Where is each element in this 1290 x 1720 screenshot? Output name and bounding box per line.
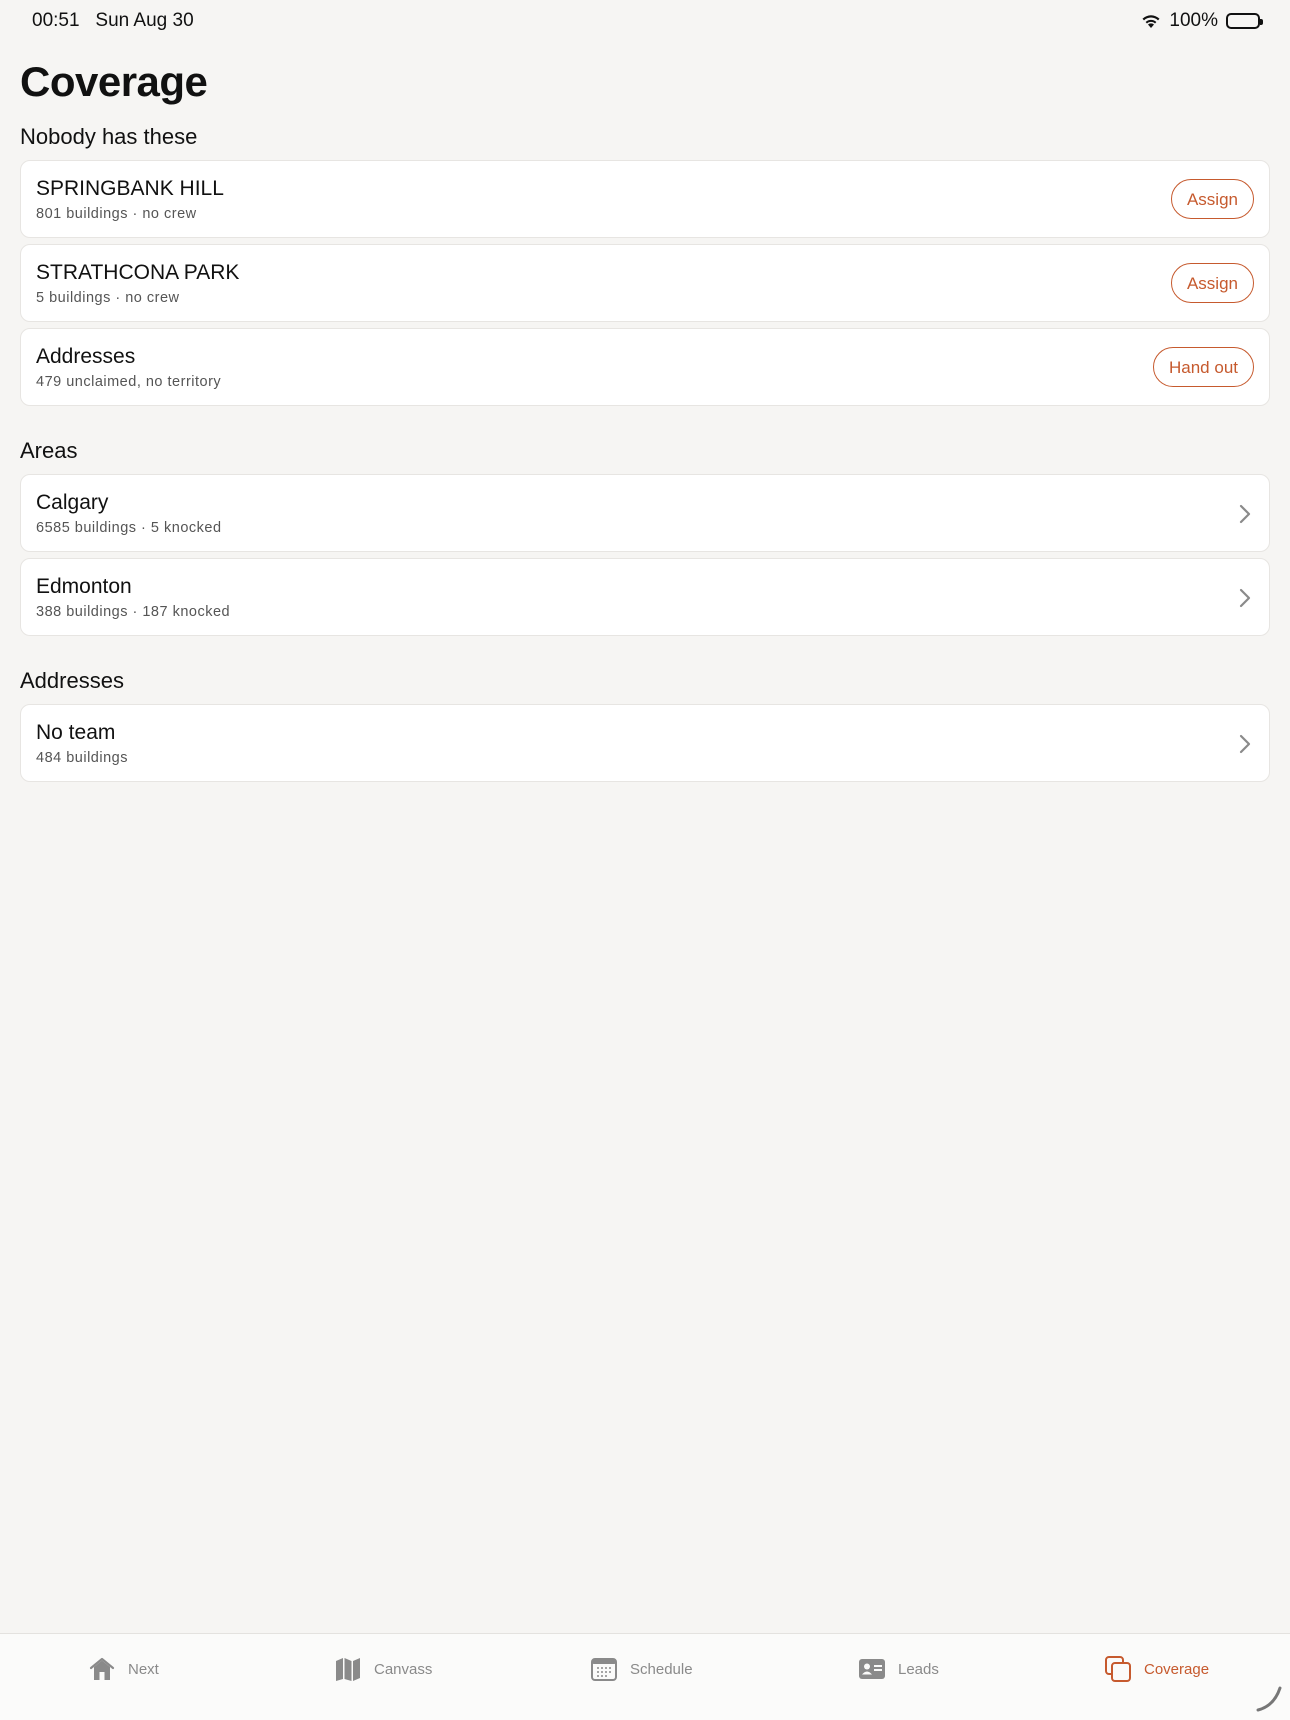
tab-leads[interactable]: Leads: [858, 1654, 939, 1684]
tab-label: Canvass: [374, 1660, 433, 1678]
section-title-unassigned: Nobody has these: [20, 124, 198, 149]
stacked-squares-icon: [1105, 1656, 1131, 1682]
battery-percent: 100%: [1169, 10, 1218, 31]
page-title: Coverage: [20, 58, 208, 105]
resize-handle-icon: [1256, 1686, 1282, 1712]
row-subtitle: 479 unclaimed, no territory: [36, 374, 222, 390]
chevron-right-icon: [1239, 734, 1251, 754]
tab-label: Coverage: [1144, 1660, 1210, 1678]
tab-schedule[interactable]: Schedule: [590, 1654, 693, 1684]
house-icon: [89, 1657, 115, 1680]
assign-button[interactable]: Assign: [1170, 263, 1254, 303]
chevron-right-icon: [1239, 504, 1251, 524]
tab-label: Schedule: [630, 1660, 693, 1678]
tab-bar: Next Canvass Schedule Leads Coverage: [0, 1633, 1290, 1720]
wifi-icon: [1142, 14, 1160, 28]
status-date: Sun Aug 30: [95, 10, 194, 31]
row-subtitle: 5 buildings · no crew: [36, 290, 180, 306]
area-row-calgary[interactable]: Calgary 6585 buildings · 5 knocked: [20, 474, 1270, 552]
row-subtitle: 6585 buildings · 5 knocked: [36, 520, 222, 536]
row-title: No team: [36, 721, 116, 744]
row-title: Edmonton: [36, 575, 132, 598]
row-subtitle: 801 buildings · no crew: [36, 206, 197, 222]
section-title-addresses: Addresses: [20, 668, 124, 693]
tab-label: Leads: [898, 1660, 939, 1678]
contact-card-icon: [859, 1659, 885, 1679]
tab-label: Next: [128, 1660, 159, 1678]
map-icon: [336, 1658, 360, 1681]
tab-next[interactable]: Next: [88, 1654, 159, 1684]
row-title: Calgary: [36, 491, 109, 514]
assign-button[interactable]: Assign: [1170, 179, 1254, 219]
tab-coverage[interactable]: Coverage: [1104, 1654, 1209, 1684]
row-title: Addresses: [36, 345, 136, 368]
status-bar: 00:51 Sun Aug 30 100%: [0, 0, 1290, 42]
battery-icon: [1226, 13, 1263, 29]
hand-out-button[interactable]: Hand out: [1153, 347, 1254, 387]
tab-canvass[interactable]: Canvass: [334, 1654, 432, 1684]
area-row-edmonton[interactable]: Edmonton 388 buildings · 187 knocked: [20, 558, 1270, 636]
calendar-icon: [591, 1658, 617, 1681]
addresses-row-no-team[interactable]: No team 484 buildings: [20, 704, 1270, 782]
status-time: 00:51: [32, 10, 80, 31]
row-title: STRATHCONA PARK: [36, 261, 240, 284]
chevron-right-icon: [1239, 588, 1251, 608]
unassigned-row-strathcona-park: STRATHCONA PARK 5 buildings · no crew As…: [20, 244, 1270, 322]
unassigned-row-springbank-hill: SPRINGBANK HILL 801 buildings · no crew …: [20, 160, 1270, 238]
row-subtitle: 484 buildings: [36, 750, 128, 766]
row-title: SPRINGBANK HILL: [36, 177, 224, 200]
section-title-areas: Areas: [20, 438, 78, 463]
row-subtitle: 388 buildings · 187 knocked: [36, 604, 231, 620]
unassigned-row-addresses: Addresses 479 unclaimed, no territory Ha…: [20, 328, 1270, 406]
